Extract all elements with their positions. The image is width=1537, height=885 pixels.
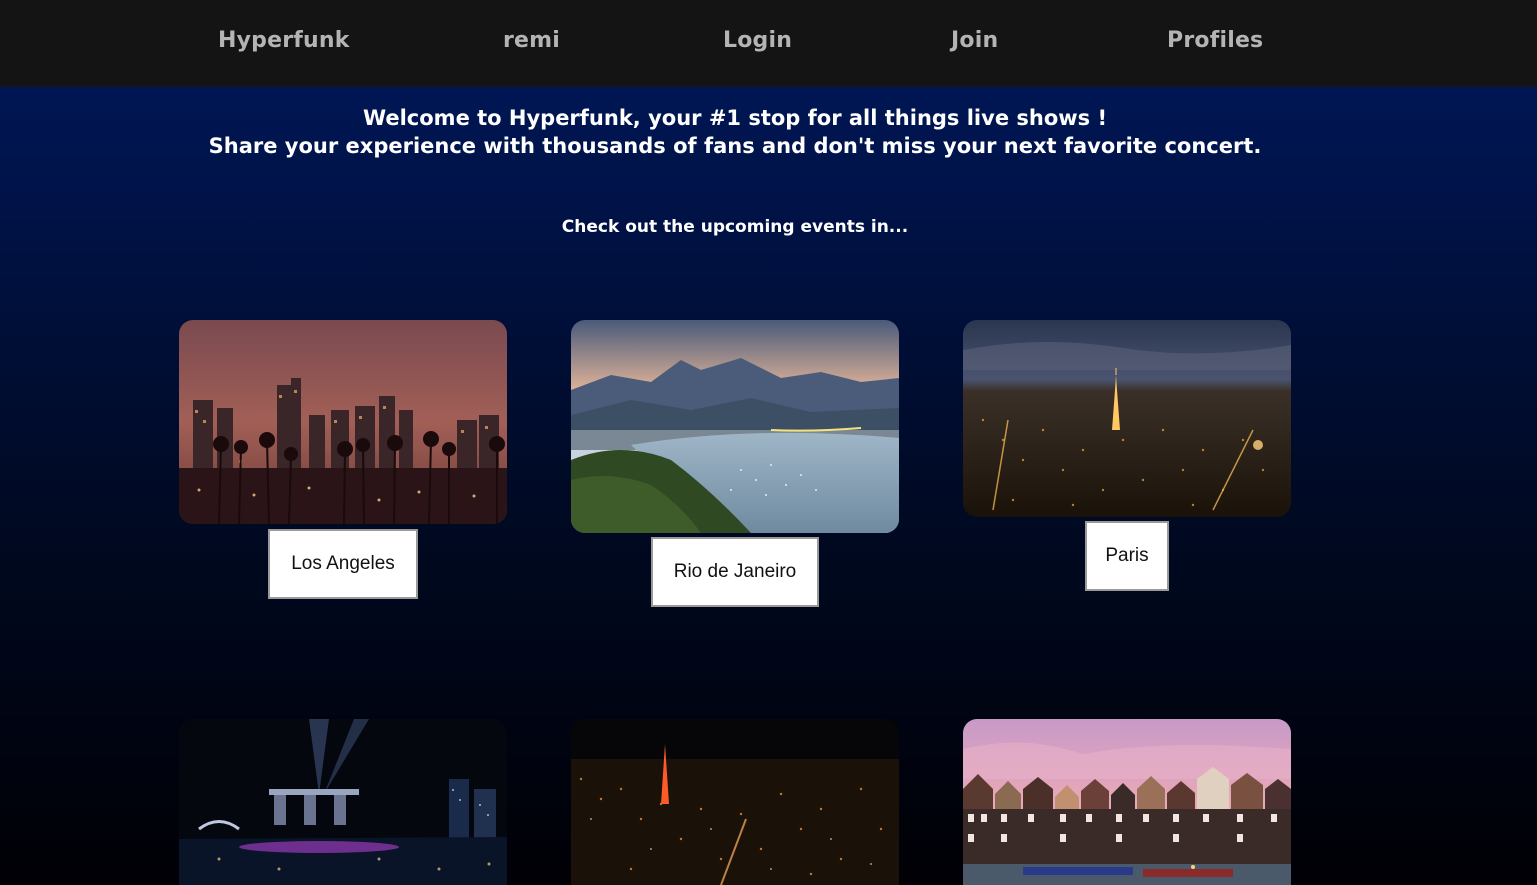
paris-photo[interactable]	[963, 320, 1291, 517]
city-button-paris[interactable]: Paris	[1085, 521, 1169, 591]
upcoming-events-heading: Check out the upcoming events in...	[561, 217, 909, 237]
city-photo-6[interactable]	[963, 719, 1291, 885]
welcome-line-2: Share your experience with thousands of …	[208, 134, 1262, 158]
city-button-los-angeles[interactable]: Los Angeles	[268, 529, 418, 599]
nav-join-link[interactable]: Join	[951, 28, 998, 60]
city-photo-4[interactable]	[179, 719, 507, 885]
city-button-rio-de-janeiro[interactable]: Rio de Janeiro	[651, 537, 819, 607]
top-navbar: Hyperfunk remi Login Join Profiles	[0, 0, 1537, 87]
nav-user-link[interactable]: remi	[503, 28, 560, 60]
nav-profiles-link[interactable]: Profiles	[1167, 28, 1263, 60]
city-photo-5[interactable]	[571, 719, 899, 885]
los-angeles-photo[interactable]	[179, 320, 507, 524]
nav-brand-link[interactable]: Hyperfunk	[218, 28, 350, 60]
welcome-message: Welcome to Hyperfunk, your #1 stop for a…	[0, 104, 1470, 160]
nav-login-link[interactable]: Login	[723, 28, 792, 60]
city-button-paris-label: Paris	[1105, 545, 1149, 566]
welcome-line-1: Welcome to Hyperfunk, your #1 stop for a…	[362, 106, 1108, 130]
rio-de-janeiro-photo[interactable]	[571, 320, 899, 533]
